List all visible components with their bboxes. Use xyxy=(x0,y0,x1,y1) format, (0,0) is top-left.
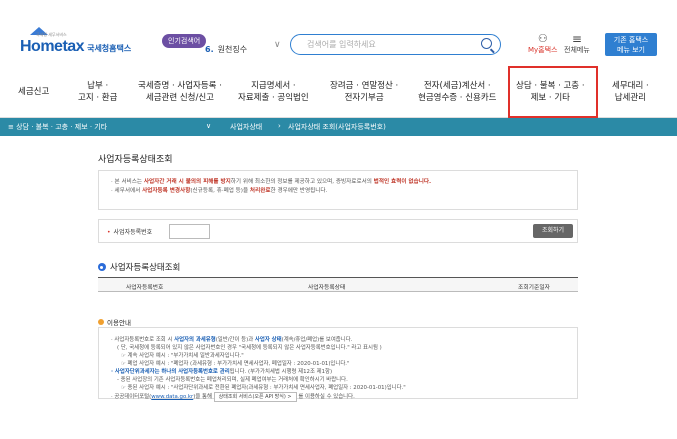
search-placeholder: 검색어를 입력하세요 xyxy=(307,40,376,49)
guide-emphasis: 사업자 상태 xyxy=(254,337,282,343)
guide-line: ☞ 폐업 사업자 예시 : "폐업자 (과세유형 : 부가가치세 면세사업자, … xyxy=(121,361,350,367)
notice-emphasis: 처리완료 xyxy=(249,188,271,194)
chevron-right-icon: › xyxy=(278,122,281,130)
guide-text: (일반/간이 등)과 xyxy=(215,337,255,343)
gnb-item-statement[interactable]: 지급명세서 · 자료제출 · 공익법인 xyxy=(238,80,309,104)
gnb-label: 현금영수증 · 신용카드 xyxy=(418,93,497,103)
guide-text: · 사업자등록번호로 조회 시 xyxy=(111,337,175,343)
notice-emphasis: 법적인 효력이 없습니다. xyxy=(373,179,432,185)
allmenu-label: 전체메뉴 xyxy=(564,46,590,54)
header: 국세청 세무서비스 Hometax 국세청홈택스 인기검색어 6. 원천징수 ∨ … xyxy=(0,0,677,74)
chevron-down-icon[interactable]: ∨ xyxy=(274,40,281,50)
notice-text: · 본 서비스는 xyxy=(111,179,144,185)
hometax-logo[interactable]: Hometax 국세청홈택스 xyxy=(20,38,131,56)
notice-emphasis: 사업자간 거래 시 불의의 피해를 방지 xyxy=(143,179,231,185)
popular-search-term[interactable]: 6. 원천징수 xyxy=(205,44,247,55)
lookup-button[interactable]: 조회하기 xyxy=(533,224,573,238)
popular-search-badge: 인기검색어 xyxy=(162,34,207,48)
chevron-down-icon[interactable]: ∨ xyxy=(206,122,211,130)
legacy-menu-line2: 메뉴 보기 xyxy=(617,46,645,54)
notice-text: (신규등록, 휴·폐업 등)을 xyxy=(190,188,250,194)
guide-text: · 공공데이터포털( xyxy=(111,394,152,400)
gnb-label: 전자기부금 xyxy=(344,93,384,103)
guide-emphasis: 사업자의 과세유형 xyxy=(174,337,216,343)
search-input[interactable]: 검색어를 입력하세요 xyxy=(290,34,501,55)
notice-text: 하기 위해 최소한의 정보를 제공하고 있으며, 증빙자료로서의 xyxy=(230,179,374,185)
guide-box: · 사업자등록번호로 조회 시 사업자의 과세유형(일반/간이 등)과 사업자 … xyxy=(98,327,578,402)
breadcrumb: ≡ 상담 · 불복 · 고충 · 제보 · 기타 ∨ 사업자상태 › 사업자상태… xyxy=(0,118,677,136)
business-number-input[interactable] xyxy=(169,224,210,239)
legacy-menu-button[interactable]: 기존 홈택스 메뉴 보기 xyxy=(605,33,657,56)
gnb-item-e-invoice[interactable]: 전자(세금)계산서 · 현금영수증 · 신용카드 xyxy=(418,80,497,104)
notice-text: · 세무서에서 xyxy=(111,188,143,194)
page-title: 사업자등록상태조회 xyxy=(98,155,173,165)
hamburger-icon: ≡ xyxy=(571,32,582,46)
gnb-label: 전자(세금)계산서 · xyxy=(423,81,491,91)
guide-emphasis: · 사업자단위과세자는 하나의 사업자등록번호로 관리 xyxy=(111,369,230,375)
popular-rank: 6. xyxy=(205,45,214,54)
myhometax-button[interactable]: ⚇ My홈택스 xyxy=(528,33,558,55)
section-title-text: 사업자등록상태조회 xyxy=(110,263,181,273)
guide-text: )을 통해 xyxy=(193,394,214,400)
gnb-label: 세금신고 xyxy=(18,87,50,97)
gnb-label: 세무대리 · xyxy=(612,81,649,91)
column-header-status: 사업자등록상태 xyxy=(308,285,346,291)
gnb-label: 지급명세서 · xyxy=(251,81,296,91)
column-header-number: 사업자등록번호 xyxy=(126,285,164,291)
gnb-item-incentive[interactable]: 장려금 · 연말정산 · 전자기부금 xyxy=(330,80,398,104)
gnb-label: 납부 · xyxy=(87,81,109,91)
api-service-button[interactable]: 상태조회 서비스(오픈 API 방식) > xyxy=(213,392,297,402)
result-table-header: 사업자등록번호 사업자등록상태 조회기준일자 xyxy=(98,277,578,292)
popular-term-label: 원천징수 xyxy=(217,45,248,54)
gnb-item-tax-return[interactable]: 세금신고 xyxy=(18,86,49,98)
search-icon[interactable] xyxy=(481,38,492,49)
guide-line: · 공공데이터포털(www.data.go.kr)을 통해 상태조회 서비스(오… xyxy=(111,392,565,402)
highlight-box xyxy=(508,66,598,118)
notice-text: 한 경우에만 반영됩니다. xyxy=(270,188,328,194)
gnb-item-payment[interactable]: 납부 · 고지 · 환급 xyxy=(78,80,117,104)
gnb-label: 납세관리 xyxy=(614,93,646,103)
guide-line: ☞ 종된 사업자 예시 : "사업자단위과세로 전환된 폐업자(과세유형 : 부… xyxy=(121,385,406,391)
gnb-label: 고지 · 환급 xyxy=(78,93,118,103)
user-icon: ⚇ xyxy=(537,32,548,45)
guide-text: (계속/휴업/폐업)를 보여줍니다. xyxy=(281,337,353,343)
guide-line: ☞ 계속 사업자 예시 : "부가가치세 일반과세자입니다." xyxy=(121,353,244,359)
logo-subtext: 국세청홈택스 xyxy=(87,44,132,53)
section-bullet-icon xyxy=(98,263,106,271)
gnb-label: 자료제출 · 공익법인 xyxy=(238,93,309,103)
guide-line: ( 단, 국세청에 등록되어 있지 않은 사업자번호인 경우 "국세청에 등록되… xyxy=(117,345,382,351)
guide-title: 이용안내 xyxy=(98,317,131,327)
guide-line: - 종된 사업장의 기존 사업자등록번호는 폐업처리되며, 실제 폐업여부는 거… xyxy=(117,377,348,383)
notice-emphasis: 사업자등록 변경사항 xyxy=(142,188,191,194)
notice-line-1: · 본 서비스는 사업자간 거래 시 불의의 피해를 방지하기 위해 최소한의 … xyxy=(111,178,565,187)
gnb-label: 세금관련 신청/신고 xyxy=(145,93,215,103)
guide-text: 됩니다. (부가가치세법 시행령 제12조 제1항) xyxy=(229,369,333,375)
breadcrumb-menu[interactable]: ≡ 상담 · 불복 · 고충 · 제보 · 기타 xyxy=(8,122,107,132)
legacy-menu-line1: 기존 홈택스 xyxy=(613,36,649,44)
lookup-form: 사업자등록번호 xyxy=(98,219,578,243)
guide-line: · 사업자단위과세자는 하나의 사업자등록번호로 관리됩니다. (부가가치세법 … xyxy=(111,368,565,376)
column-header-date: 조회기준일자 xyxy=(518,285,550,291)
logo-text: Hometax xyxy=(20,38,85,55)
gnb-label: 국세증명 · 사업자등록 · xyxy=(138,81,222,91)
breadcrumb-step-status[interactable]: 사업자상태 xyxy=(230,122,262,132)
guide-text: 를 이용하실 수 있습니다. xyxy=(296,394,355,400)
gnb-label: 장려금 · 연말정산 · xyxy=(330,81,399,91)
info-bullet-icon xyxy=(98,319,104,325)
notice-box: · 본 서비스는 사업자간 거래 시 불의의 피해를 방지하기 위해 최소한의 … xyxy=(98,170,578,210)
data-portal-link[interactable]: www.data.go.kr xyxy=(151,394,193,400)
gnb-item-tax-agent[interactable]: 세무대리 · 납세관리 xyxy=(612,80,649,104)
guide-title-text: 이용안내 xyxy=(107,319,131,327)
myhome-label: My홈택스 xyxy=(528,46,558,54)
section-title: 사업자등록상태조회 xyxy=(98,261,180,273)
business-number-label: 사업자등록번호 xyxy=(107,227,153,236)
notice-line-2: · 세무서에서 사업자등록 변경사항(신규등록, 휴·폐업 등)을 처리완료한 … xyxy=(111,187,565,196)
guide-line: · 사업자등록번호로 조회 시 사업자의 과세유형(일반/간이 등)과 사업자 … xyxy=(111,336,565,344)
gnb-item-certificate[interactable]: 국세증명 · 사업자등록 · 세금관련 신청/신고 xyxy=(138,80,222,104)
all-menu-button[interactable]: ≡ 전체메뉴 xyxy=(564,33,590,55)
breadcrumb-step-lookup[interactable]: 사업자상태 조회(사업자등록번호) xyxy=(288,122,386,132)
